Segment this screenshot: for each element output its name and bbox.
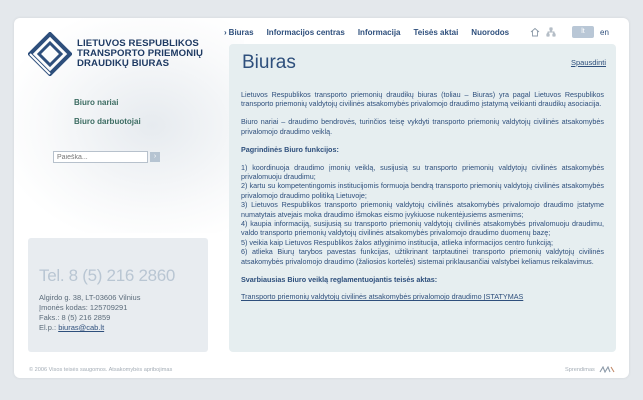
utility-icons — [530, 27, 556, 37]
footer-copyright: © 2006 Visos teisės saugomos. Atsakomybė… — [29, 367, 173, 373]
members-paragraph: Biuro nariai – draudimo bendrovės, turin… — [241, 117, 604, 136]
contact-phone: Tel. 8 (5) 216 2860 — [39, 266, 176, 285]
sidebar-item-biuro-nariai[interactable]: Biuro nariai — [74, 98, 141, 107]
contact-email-row: El.p.: biuras@cab.lt — [39, 323, 140, 333]
contact-fax: Faks.: 8 (5) 216 2859 — [39, 313, 111, 322]
contact-company-code: Įmonės kodas: 125709291 — [39, 303, 128, 312]
search-form: › — [53, 151, 160, 163]
list-item: 3) Lietuvos Respublikos transporto priem… — [241, 200, 604, 219]
sidebar-item-biuro-darbuotojai[interactable]: Biuro darbuotojai — [74, 117, 141, 126]
list-item: 2) kartu su kompetentingomis institucijo… — [241, 181, 604, 200]
top-navigation: Biuras Informacijos centras Informacija … — [224, 28, 509, 37]
article-body: Lietuvos Respublikos transporto priemoni… — [241, 90, 604, 310]
list-item: 1) koordinuoja draudimo įmonių veiklą, s… — [241, 162, 604, 181]
main-content: Biuras Spausdinti Lietuvos Respublikos t… — [229, 44, 616, 352]
law-link[interactable]: Transporto priemonių valdytojų civilinės… — [241, 292, 523, 301]
contact-email-label: El.p.: — [39, 323, 57, 332]
nav-nuorodos[interactable]: Nuorodos — [471, 28, 509, 37]
nav-informacija[interactable]: Informacija — [358, 28, 401, 37]
list-item: 6) atlieka Biurų tarybos pavestas funkci… — [241, 247, 604, 266]
contact-address: Algirdo g. 38, LT-03606 Vilnius — [39, 293, 141, 302]
logo[interactable]: LIETUVOS RESPUBLIKOS TRANSPORTO PRIEMONI… — [28, 30, 208, 78]
law-heading: Svarbiausias Biuro veiklą reglamentuojan… — [241, 274, 438, 284]
list-item: 5) veikia kaip Lietuvos Respublikos žalo… — [241, 237, 553, 247]
logo-text: LIETUVOS RESPUBLIKOS TRANSPORTO PRIEMONI… — [77, 39, 203, 69]
nav-biuras[interactable]: Biuras — [224, 28, 254, 37]
contact-email-link[interactable]: biuras@cab.lt — [58, 323, 104, 332]
functions-list: 1) koordinuoja draudimo įmonių veiklą, s… — [241, 163, 604, 266]
print-link[interactable]: Spausdinti — [571, 58, 606, 67]
footer-credits: Sprendimas — [565, 366, 615, 373]
language-switcher: lt en — [572, 26, 609, 38]
list-item: 4) kaupia informaciją, susijusią su tran… — [241, 218, 604, 238]
intro-paragraph: Lietuvos Respublikos transporto priemoni… — [241, 90, 604, 109]
functions-heading: Pagrindinės Biuro funkcijos: — [241, 144, 339, 154]
nav-informacijos-centras[interactable]: Informacijos centras — [267, 28, 345, 37]
logo-line-3: DRAUDIKŲ BIURAS — [77, 58, 170, 69]
side-navigation: Biuro nariai Biuro darbuotojai — [74, 98, 141, 136]
lang-en[interactable]: en — [600, 28, 609, 37]
sitemap-icon[interactable] — [546, 27, 556, 37]
contact-details: Algirdo g. 38, LT-03606 Vilnius Įmonės k… — [39, 293, 140, 333]
search-submit-button[interactable]: › — [150, 152, 160, 162]
page-title: Biuras — [242, 52, 296, 73]
home-icon[interactable] — [530, 27, 540, 37]
contact-box: Tel. 8 (5) 216 2860 Algirdo g. 38, LT-03… — [28, 238, 208, 352]
nav-teises-aktai[interactable]: Teisės aktai — [414, 28, 459, 37]
lang-lt[interactable]: lt — [572, 26, 594, 38]
footer-made-by: Sprendimas — [565, 366, 595, 373]
logo-mark-icon — [28, 32, 72, 76]
search-input[interactable] — [53, 151, 148, 163]
developer-logo-icon[interactable] — [599, 366, 615, 373]
